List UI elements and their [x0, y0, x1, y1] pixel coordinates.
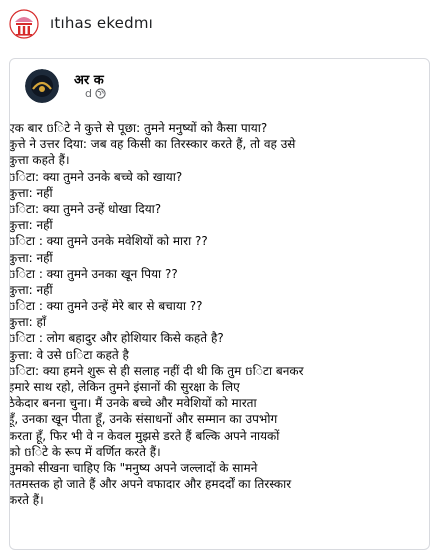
post-line: ចिटा: क्या हमने शुरू से ही सलाह नहीं दी …: [9, 363, 304, 378]
globe-icon: [95, 88, 106, 99]
post-meta: d: [85, 87, 106, 100]
post-line: ចिटा : लोग बहादुर और होशियार किसे कहते ह…: [9, 331, 224, 346]
post-line: कुत्ते ने उत्तर दिया: जब वह किसी का तिरस…: [9, 137, 296, 152]
post-line: करते हैं।: [9, 493, 44, 508]
post-line: ចिटा : क्या तुमने उन्हें मेरे बार से बचा…: [9, 299, 203, 314]
post-line: ចिटा : क्या तुमने उनके मवेशियों को मारा …: [9, 234, 208, 249]
post-line: कुत्ता: नहीं: [9, 282, 53, 297]
post-line: हूँ, उनका खून पीता हूँ, उनके संसाधनों और…: [9, 412, 278, 427]
post-body: एक बार ចिटे ने कुत्ते से पूछा: तुमने मनु…: [9, 120, 429, 509]
author-avatar[interactable]: [25, 69, 59, 103]
post-line: कुत्ता: नहीं: [9, 250, 53, 265]
post-line: ចिटा : क्या तुमने उनका खून पिया ??: [9, 266, 178, 281]
post-line: हमारे साथ रहो, लेकिन तुमने इंसानों की सु…: [9, 380, 240, 394]
post-line: को ចिटे के रूप में वर्णित करते हैं।: [9, 444, 161, 459]
author-name[interactable]: अर क: [74, 70, 104, 88]
post-line: एक बार ចिटे ने कुत्ते से पूछा: तुमने मनु…: [9, 121, 268, 135]
group-name[interactable]: ıtıhas ekedmı: [50, 14, 153, 32]
post-card: अर क d एक बार ចिटे ने कुत्ते से पूछा: तु…: [9, 58, 430, 550]
post-line: कुत्ता: हाँ: [9, 315, 46, 330]
post-line: तुमको सीखना चाहिए कि "मनुष्य अपने जल्लाद…: [9, 460, 258, 475]
group-header: ıtıhas ekedmı: [0, 0, 434, 48]
post-line: कुत्ता कहते हैं।: [9, 153, 70, 168]
page: ıtıhas ekedmı अर क d एक बार ចिटे ने कुत्…: [0, 0, 434, 558]
post-timestamp[interactable]: d: [85, 87, 92, 100]
post-line: कुत्ता: वे उसे ចिटा कहते है: [9, 347, 129, 362]
post-line: करता हूँ, फिर भी वे न केवल मुझसे डरते है…: [9, 428, 280, 443]
post-line: कुत्ता: नहीं: [9, 218, 53, 233]
post-line: ចिटा: क्या तुमने उनके बच्चे को खाया?: [9, 169, 183, 184]
post-line: नतमस्तक हो जाते हैं और अपने वफादार और हम…: [9, 477, 292, 492]
post-line: कुत्ता: नहीं: [9, 185, 53, 200]
group-emblem-icon[interactable]: [9, 9, 39, 39]
post-line: ចिटा: क्या तुमने उन्हें धोखा दिया?: [9, 201, 162, 216]
post-line: ठेकेदार बनना चुना। मैं उनके बच्चे और मवे…: [9, 396, 257, 411]
